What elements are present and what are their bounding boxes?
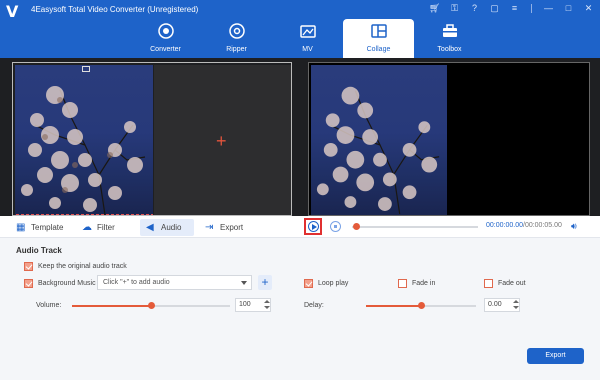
keep-original-checkbox[interactable]: Keep the original audio track: [24, 262, 127, 271]
export-icon: ⇥: [205, 221, 214, 233]
tab-label: Filter: [97, 223, 115, 232]
checkbox-label: Keep the original audio track: [38, 263, 127, 270]
tab-template[interactable]: ▦ Template: [16, 219, 63, 236]
tab-export[interactable]: ⇥ Export: [205, 219, 243, 236]
slider-handle[interactable]: [418, 302, 425, 309]
loop-play-checkbox[interactable]: Loop play: [304, 279, 348, 288]
checkbox-box[interactable]: [24, 262, 33, 271]
slider-fill: [72, 305, 151, 307]
mv-icon: [299, 25, 316, 38]
chat-icon[interactable]: ▢: [489, 3, 500, 14]
checkbox-box[interactable]: [304, 279, 313, 288]
tree-photo-image: [21, 86, 146, 215]
divider: [531, 4, 532, 13]
app-title: 4Easysoft Total Video Converter (Unregis…: [31, 5, 199, 14]
checkbox-box[interactable]: [398, 279, 407, 288]
play-button[interactable]: [304, 218, 322, 235]
select-value: Click "+" to add audio: [103, 279, 170, 286]
seek-bar[interactable]: [352, 226, 478, 228]
play-icon: [307, 221, 319, 232]
filter-icon: ☁: [82, 221, 92, 233]
delay-slider[interactable]: [366, 302, 476, 309]
template-icon: ▦: [16, 221, 26, 233]
menu-icon[interactable]: ≡: [509, 3, 520, 14]
app-logo-icon: V: [6, 2, 19, 21]
converter-icon: [157, 23, 174, 39]
time-display: 00:00:00.00/00:00:05.00: [486, 222, 562, 229]
tab-converter[interactable]: Converter: [130, 19, 201, 61]
checkbox-label: Fade out: [498, 280, 526, 287]
volume-slider[interactable]: [72, 302, 230, 309]
window-controls: 🛒︎ ⚿ ? ▢ ≡ — □ ✕: [429, 3, 594, 14]
checkbox-box[interactable]: [484, 279, 493, 288]
output-preview: [308, 62, 590, 216]
image-icon: [82, 66, 90, 72]
tab-collage[interactable]: Collage: [343, 19, 414, 61]
key-icon[interactable]: ⚿: [449, 3, 460, 14]
selection-outline: [16, 214, 153, 215]
tree-photo-image: [316, 86, 440, 215]
tab-mv[interactable]: MV: [272, 19, 343, 61]
current-time: 00:00:00.00: [486, 222, 523, 229]
minimize-icon[interactable]: —: [543, 3, 554, 14]
checkbox-label: Fade in: [412, 280, 436, 287]
fade-out-checkbox[interactable]: Fade out: [484, 279, 526, 288]
tab-filter[interactable]: ☁ Filter: [82, 219, 115, 236]
tab-label: Toolbox: [437, 46, 462, 53]
fade-in-checkbox[interactable]: Fade in: [398, 279, 435, 288]
volume-label: Volume:: [36, 302, 62, 309]
tab-ripper[interactable]: Ripper: [201, 19, 272, 61]
background-music-select[interactable]: Click "+" to add audio: [97, 275, 252, 290]
tab-label: MV: [302, 46, 313, 53]
question-icon[interactable]: ?: [469, 3, 480, 14]
delay-stepper[interactable]: [512, 298, 520, 312]
tab-label: Collage: [366, 46, 391, 53]
tab-audio[interactable]: ◀ Audio: [140, 219, 194, 236]
checkbox-label: Loop play: [318, 280, 349, 287]
section-title: Audio Track: [16, 246, 62, 255]
total-time: 00:00:05.00: [524, 222, 562, 229]
chevron-down-icon: [241, 281, 247, 285]
checkbox-box[interactable]: [24, 279, 33, 288]
seek-handle[interactable]: [353, 223, 360, 230]
collage-editor: +: [12, 62, 292, 216]
tab-label: Audio: [161, 223, 182, 232]
tab-label: Export: [220, 223, 244, 232]
slider-handle[interactable]: [148, 302, 155, 309]
volume-stepper[interactable]: [263, 298, 271, 312]
tab-toolbox[interactable]: Toolbox: [414, 19, 485, 61]
ripper-icon: [228, 23, 245, 39]
volume-icon[interactable]: 🔊︎: [571, 221, 577, 232]
main-nav: Converter Ripper MV Collage Toolbox: [130, 19, 485, 61]
audio-settings-panel: Audio Track Keep the original audio trac…: [0, 238, 600, 380]
preview-area: +: [0, 58, 600, 216]
tab-label: Template: [31, 223, 64, 232]
maximize-icon[interactable]: □: [563, 3, 574, 14]
title-bar: V 4Easysoft Total Video Converter (Unreg…: [0, 0, 600, 62]
export-button[interactable]: Export: [527, 348, 584, 364]
checkbox-label: Background Music: [38, 280, 96, 287]
tab-label: Ripper: [226, 46, 247, 53]
tab-label: Converter: [150, 46, 181, 53]
add-media-icon[interactable]: +: [216, 132, 227, 150]
collage-icon: [370, 24, 387, 38]
collage-slot-2[interactable]: +: [154, 65, 291, 215]
preview-image: [311, 65, 447, 215]
audio-icon: ◀: [146, 221, 154, 233]
delay-label: Delay:: [304, 302, 324, 309]
background-music-checkbox[interactable]: Background Music: [24, 279, 96, 288]
cart-icon[interactable]: 🛒︎: [429, 3, 440, 14]
stop-button[interactable]: [330, 221, 341, 232]
slider-fill: [366, 305, 421, 307]
add-audio-button[interactable]: +: [258, 275, 272, 290]
toolbox-icon: [442, 24, 457, 37]
collage-slot-1-image[interactable]: [15, 65, 153, 215]
close-icon[interactable]: ✕: [583, 3, 594, 14]
